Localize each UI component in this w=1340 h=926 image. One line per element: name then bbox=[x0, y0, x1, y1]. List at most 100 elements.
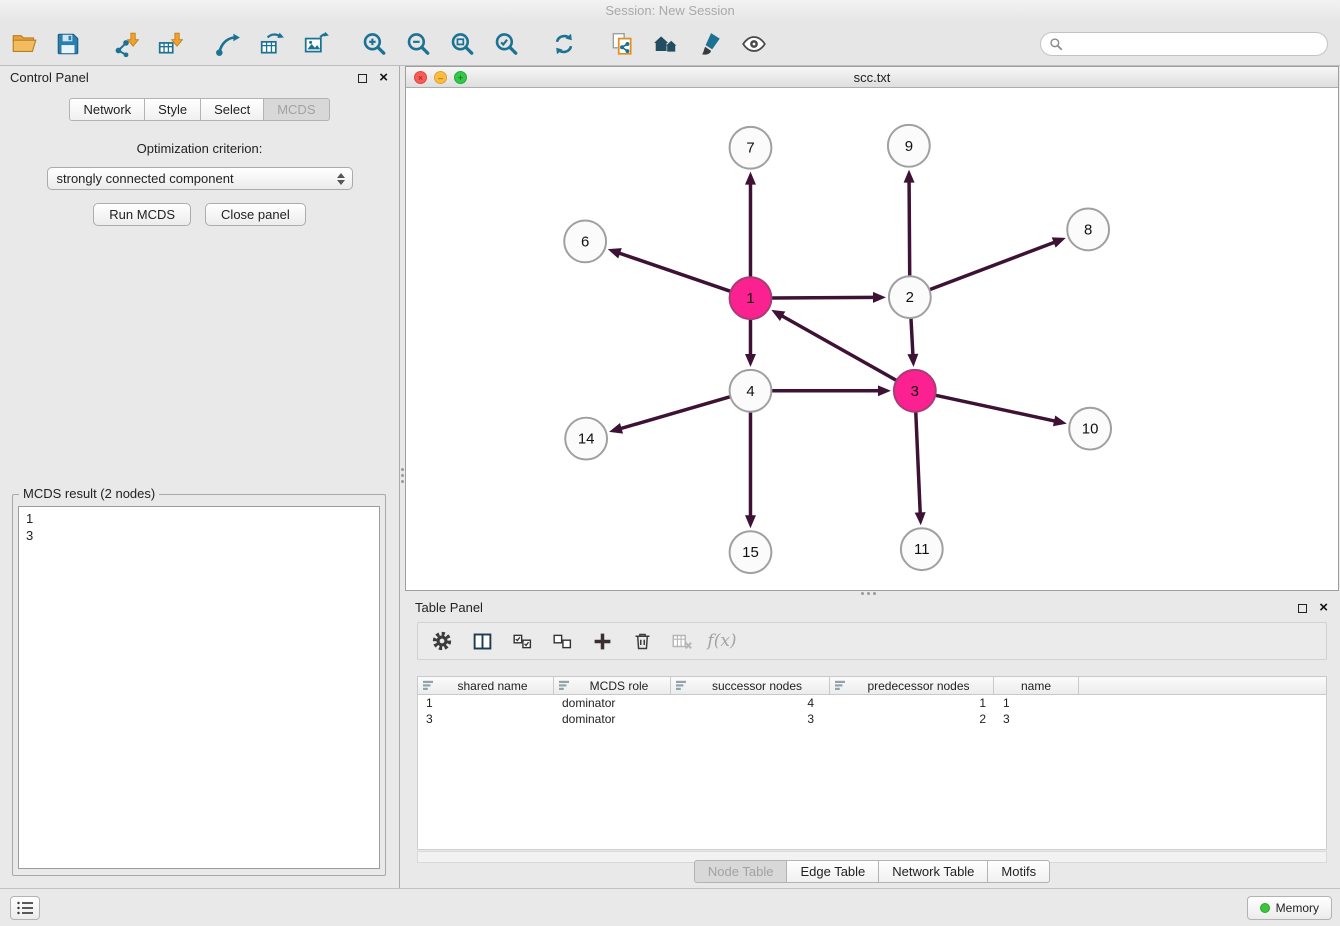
zoom-selected-icon bbox=[493, 31, 519, 57]
graph-edge-arrowhead bbox=[745, 172, 756, 185]
cell-mcds-role[interactable]: dominator bbox=[554, 711, 671, 727]
network-overview-button[interactable] bbox=[650, 28, 682, 60]
add-column-button[interactable] bbox=[590, 629, 614, 653]
float-table-panel-icon[interactable] bbox=[1298, 604, 1307, 613]
graph-edge-1-6[interactable] bbox=[618, 253, 730, 291]
plus-icon bbox=[592, 631, 613, 652]
cell-shared-name[interactable]: 1 bbox=[418, 695, 554, 711]
memory-button[interactable]: Memory bbox=[1247, 896, 1332, 920]
column-sort-icon bbox=[423, 680, 434, 691]
dropdown-stepper-icon bbox=[337, 173, 345, 185]
show-graphics-button[interactable] bbox=[738, 28, 770, 60]
toolbar-group-refresh bbox=[548, 28, 580, 60]
network-canvas[interactable]: 7968124314101511 bbox=[406, 89, 1338, 590]
zoom-selected-button[interactable] bbox=[490, 28, 522, 60]
toolbar-group-new bbox=[212, 28, 332, 60]
tab-mcds[interactable]: MCDS bbox=[263, 98, 329, 121]
cell-name[interactable]: 1 bbox=[994, 695, 1079, 711]
window-controls: × – + bbox=[414, 71, 467, 84]
deselect-all-button[interactable] bbox=[550, 629, 574, 653]
float-panel-icon[interactable] bbox=[358, 74, 367, 83]
zoom-out-button[interactable] bbox=[402, 28, 434, 60]
graph-edge-3-10[interactable] bbox=[936, 395, 1056, 421]
tab-node-table[interactable]: Node Table bbox=[694, 860, 788, 883]
toolbar-search[interactable] bbox=[1040, 32, 1328, 56]
tab-network-table[interactable]: Network Table bbox=[878, 860, 988, 883]
graph-edge-3-11[interactable] bbox=[916, 413, 920, 515]
window-zoom-button[interactable]: + bbox=[454, 71, 467, 84]
close-panel-button[interactable]: Close panel bbox=[205, 203, 306, 226]
cell-mcds-role[interactable]: dominator bbox=[554, 695, 671, 711]
open-folder-icon bbox=[11, 30, 38, 57]
graph-edge-2-9[interactable] bbox=[909, 181, 910, 276]
table-row[interactable]: 1 dominator 4 1 1 bbox=[418, 695, 1326, 711]
column-header-name[interactable]: name bbox=[994, 677, 1079, 694]
close-panel-icon[interactable]: × bbox=[379, 66, 388, 90]
graph-edge-2-8[interactable] bbox=[930, 242, 1055, 290]
tab-motifs[interactable]: Motifs bbox=[987, 860, 1050, 883]
tab-select[interactable]: Select bbox=[200, 98, 264, 121]
cell-shared-name[interactable]: 3 bbox=[418, 711, 554, 727]
graph-edge-arrowhead bbox=[1053, 416, 1067, 427]
tab-network[interactable]: Network bbox=[69, 98, 145, 121]
tab-edge-table[interactable]: Edge Table bbox=[786, 860, 879, 883]
column-header-mcds-role[interactable]: MCDS role bbox=[554, 677, 671, 694]
run-mcds-button[interactable]: Run MCDS bbox=[93, 203, 191, 226]
delete-column-button[interactable] bbox=[630, 629, 654, 653]
apply-style-button[interactable] bbox=[694, 28, 726, 60]
import-table-button[interactable] bbox=[154, 28, 186, 60]
cell-successor-nodes[interactable]: 4 bbox=[671, 695, 830, 711]
network-graph[interactable]: 7968124314101511 bbox=[406, 89, 1338, 590]
export-image-button[interactable] bbox=[300, 28, 332, 60]
delete-table-button-disabled[interactable] bbox=[670, 629, 694, 653]
table-header-row: shared name MCDS role successor nodes pr… bbox=[417, 676, 1327, 695]
mcds-result-group: MCDS result (2 nodes) 1 3 bbox=[12, 494, 386, 876]
zoom-in-button[interactable] bbox=[358, 28, 390, 60]
criterion-dropdown[interactable]: strongly connected component bbox=[47, 167, 353, 190]
export-image-icon bbox=[303, 31, 329, 57]
cell-successor-nodes[interactable]: 3 bbox=[671, 711, 830, 727]
new-network-button[interactable] bbox=[212, 28, 244, 60]
graph-edge-3-1[interactable] bbox=[781, 315, 896, 380]
import-network-button[interactable] bbox=[110, 28, 142, 60]
table-settings-button[interactable] bbox=[430, 629, 454, 653]
table-tabs: Node Table Edge Table Network Table Moti… bbox=[405, 860, 1339, 883]
column-header-filler bbox=[1079, 677, 1326, 694]
column-header-predecessor-nodes[interactable]: predecessor nodes bbox=[830, 677, 994, 694]
new-table-button[interactable] bbox=[256, 28, 288, 60]
graph-edge-arrowhead bbox=[745, 515, 756, 528]
graph-edge-4-14[interactable] bbox=[620, 397, 730, 429]
table-row[interactable]: 3 dominator 3 2 3 bbox=[418, 711, 1326, 727]
column-sort-icon bbox=[835, 680, 846, 691]
graph-edge-2-3[interactable] bbox=[911, 319, 913, 356]
mcds-result-list[interactable]: 1 3 bbox=[18, 506, 380, 869]
graph-node-label-2: 2 bbox=[906, 289, 914, 306]
cell-name[interactable]: 3 bbox=[994, 711, 1079, 727]
delete-table-icon bbox=[671, 630, 693, 652]
show-column-panel-button[interactable] bbox=[470, 629, 494, 653]
search-input[interactable] bbox=[1063, 37, 1319, 51]
graph-edge-arrowhead bbox=[609, 423, 623, 434]
open-session-button[interactable] bbox=[8, 28, 40, 60]
columns-icon bbox=[472, 631, 493, 652]
tab-style[interactable]: Style bbox=[144, 98, 201, 121]
column-header-shared-name[interactable]: shared name bbox=[418, 677, 554, 694]
save-session-button[interactable] bbox=[52, 28, 84, 60]
window-close-button[interactable]: × bbox=[414, 71, 427, 84]
fx-icon: f(x) bbox=[707, 631, 736, 651]
graph-edge-1-2[interactable] bbox=[772, 297, 875, 298]
select-all-button[interactable] bbox=[510, 629, 534, 653]
zoom-fit-button[interactable] bbox=[446, 28, 478, 60]
copy-network-button[interactable] bbox=[606, 28, 638, 60]
close-table-panel-icon[interactable]: × bbox=[1319, 596, 1328, 620]
mcds-result-line: 3 bbox=[26, 527, 372, 544]
zoom-out-icon bbox=[405, 31, 431, 57]
refresh-view-button[interactable] bbox=[548, 28, 580, 60]
function-builder-button-disabled[interactable]: f(x) bbox=[710, 629, 734, 653]
cell-predecessor-nodes[interactable]: 1 bbox=[830, 695, 994, 711]
column-label: MCDS role bbox=[590, 679, 649, 693]
task-history-button[interactable] bbox=[10, 896, 40, 920]
cell-predecessor-nodes[interactable]: 2 bbox=[830, 711, 994, 727]
column-header-successor-nodes[interactable]: successor nodes bbox=[671, 677, 830, 694]
window-minimize-button[interactable]: – bbox=[434, 71, 447, 84]
